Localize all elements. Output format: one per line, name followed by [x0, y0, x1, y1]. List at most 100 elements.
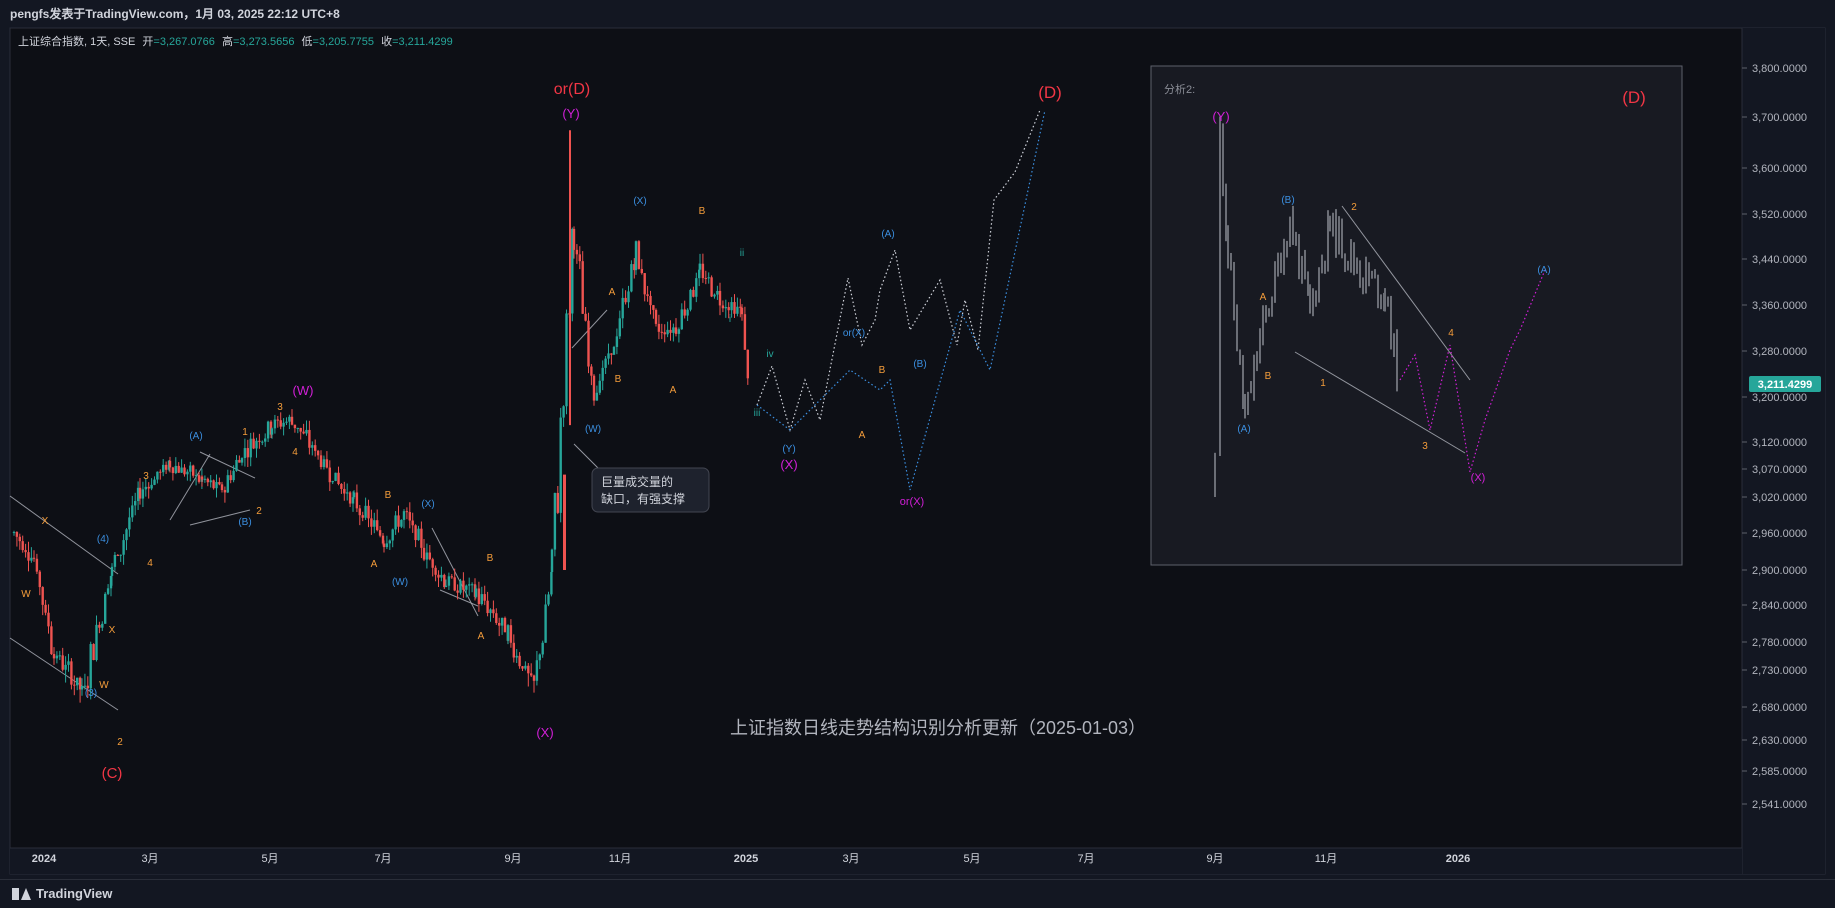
price-scale[interactable] — [1742, 28, 1825, 874]
candle-body — [710, 277, 713, 297]
candle-body — [316, 450, 320, 456]
price-chart[interactable]: 上证综合指数, 1天, SSE 开=3,267.0766 高=3,273.565… — [0, 0, 1835, 908]
candle-body — [144, 486, 147, 490]
candle-body — [707, 277, 710, 279]
candle-body — [674, 327, 678, 334]
candle-body — [556, 492, 559, 513]
wave-label: 4 — [147, 558, 153, 569]
candle-body — [220, 484, 224, 491]
candle-body — [101, 623, 104, 628]
x-tick-label: 2025 — [734, 853, 758, 865]
candle-body — [358, 508, 361, 516]
candle-body — [159, 471, 162, 473]
candle-body — [695, 278, 698, 297]
candle-body — [337, 472, 340, 484]
candle-body — [518, 655, 521, 667]
candle-body — [382, 543, 386, 548]
wave-label: 2 — [1351, 202, 1357, 213]
candle-body — [119, 554, 122, 556]
candle-body — [500, 617, 504, 626]
candle-body — [113, 554, 117, 567]
x-tick-label: 3月 — [842, 853, 859, 865]
y-tick-label: 3,200.0000 — [1752, 392, 1807, 404]
candle-body — [80, 686, 84, 690]
wave-label: X — [42, 516, 49, 527]
candle-body — [677, 329, 681, 334]
candle-body — [328, 467, 331, 483]
candle-body — [704, 278, 707, 280]
wave-label: (A) — [881, 229, 894, 240]
wave-label: 3 — [1422, 441, 1428, 452]
candle-body — [378, 530, 382, 536]
candle-body — [183, 467, 186, 475]
wave-label: W — [99, 680, 109, 691]
candle-body — [235, 459, 238, 471]
candle-body — [153, 479, 156, 485]
y-tick-label: 3,070.0000 — [1752, 464, 1807, 476]
wave-label: 4 — [1448, 328, 1454, 339]
candle-body — [503, 617, 507, 633]
candle-body — [610, 353, 613, 355]
candle-body — [355, 492, 359, 509]
candle-body — [131, 505, 134, 518]
candle-body — [417, 528, 420, 541]
candle-body — [282, 422, 285, 427]
candle-body — [147, 486, 150, 489]
candle-body — [89, 644, 92, 689]
tradingview-logo[interactable]: TradingView — [12, 886, 112, 901]
candle-body — [61, 655, 64, 670]
candle-body — [420, 528, 423, 548]
close-value: =3,211.4299 — [392, 36, 453, 48]
candle-body — [285, 421, 288, 423]
y-tick-label: 2,680.0000 — [1752, 702, 1807, 714]
candle-body — [171, 467, 175, 474]
wave-label: 1 — [1320, 378, 1326, 389]
candle-body — [232, 470, 235, 481]
candle-body — [258, 440, 261, 442]
candle-body — [194, 475, 198, 477]
candle-body — [264, 438, 267, 442]
wave-label: (D) — [1622, 88, 1646, 107]
wave-label: (X) — [780, 457, 797, 472]
candle-body — [388, 540, 391, 544]
wave-label: (Y) — [562, 106, 579, 121]
candle-body — [168, 460, 172, 468]
wave-label: i — [729, 314, 731, 325]
y-tick-label: 2,730.0000 — [1752, 665, 1807, 677]
inset-box[interactable] — [1150, 65, 1683, 566]
candle-body — [431, 559, 434, 568]
candle-body — [718, 290, 722, 306]
candle-body — [67, 661, 70, 665]
candle-body — [156, 471, 159, 480]
candle-body — [587, 320, 590, 367]
candle-body — [456, 590, 459, 593]
candle-body — [27, 552, 30, 561]
candle-body — [640, 268, 643, 274]
x-tick-label: 7月 — [1077, 853, 1094, 865]
candle-body — [288, 416, 291, 422]
candle-body — [686, 309, 689, 316]
candle-body — [261, 441, 264, 443]
candle-body — [276, 419, 279, 421]
candle-body — [229, 475, 232, 481]
candle-body — [209, 480, 212, 483]
x-tick-label: 5月 — [963, 853, 980, 865]
candle-body — [584, 313, 587, 321]
candle-body — [624, 297, 627, 303]
candle-body — [50, 626, 53, 655]
candle-body — [530, 673, 533, 676]
wave-label: (W) — [293, 383, 314, 398]
candle-body — [598, 380, 601, 393]
wave-label: A — [859, 430, 866, 441]
candle-body — [189, 465, 192, 472]
candle-body — [578, 254, 581, 262]
wave-label: B — [879, 365, 886, 376]
candle-body — [206, 478, 209, 483]
candle-body — [73, 684, 76, 686]
y-tick-label: 3,360.0000 — [1752, 300, 1807, 312]
candle-body — [701, 263, 705, 279]
candle-body — [400, 519, 403, 527]
candle-body — [480, 594, 483, 605]
candle-body — [305, 429, 308, 434]
wave-label: iii — [754, 408, 761, 419]
